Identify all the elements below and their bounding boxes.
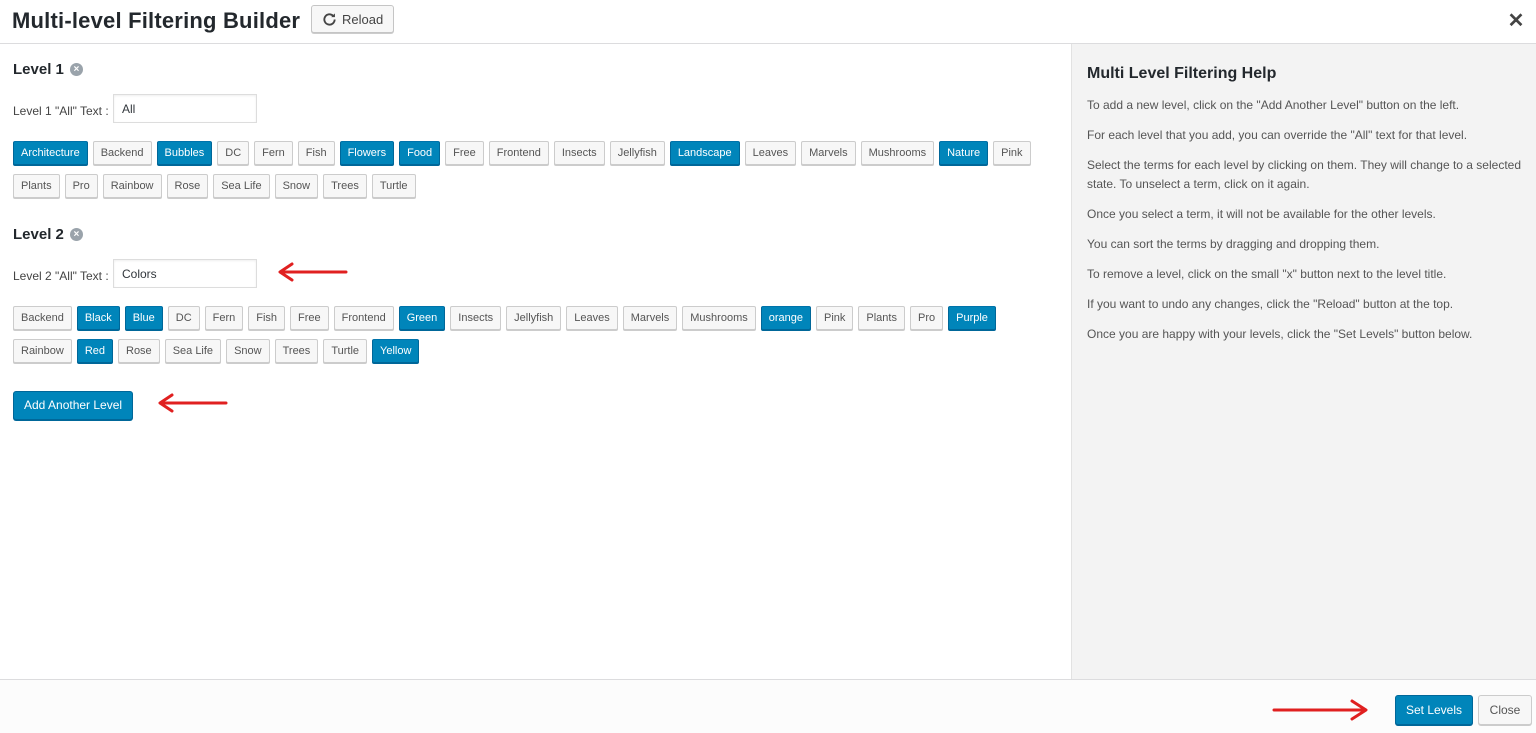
- help-text: To add a new level, click on the "Add An…: [1087, 96, 1532, 355]
- term-button[interactable]: Fish: [297, 141, 335, 165]
- modal-title: Multi-level Filtering Builder: [12, 8, 301, 33]
- term-button[interactable]: Architecture: [13, 141, 88, 165]
- term-button[interactable]: Free: [445, 141, 484, 165]
- term-button[interactable]: Backend: [13, 306, 72, 330]
- term-button[interactable]: Snow: [274, 174, 319, 198]
- term-button[interactable]: Insects: [450, 306, 502, 330]
- level-2-all-text-input[interactable]: [113, 259, 257, 288]
- remove-level-2-icon[interactable]: ×: [69, 228, 83, 241]
- help-paragraph: If you want to undo any changes, click t…: [1087, 297, 1454, 311]
- term-button[interactable]: Sea Life: [164, 339, 222, 363]
- annotation-arrow-icon: [158, 393, 228, 413]
- close-button[interactable]: Close: [1478, 695, 1532, 725]
- term-button[interactable]: Leaves: [566, 306, 618, 330]
- term-button[interactable]: Plants: [858, 306, 905, 330]
- annotation-arrow-icon: [278, 262, 348, 282]
- term-button[interactable]: Jellyfish: [609, 141, 665, 165]
- term-button[interactable]: Green: [398, 306, 446, 330]
- level-1-terms: Architecture Backend Bubbles DC Fern Fish Flow…: [13, 141, 1053, 198]
- term-button[interactable]: Bubbles: [156, 141, 213, 165]
- term-button[interactable]: Rose: [118, 339, 160, 363]
- help-paragraph: Once you are happy with your levels, cli…: [1087, 327, 1473, 341]
- add-another-level-button[interactable]: Add Another Level: [13, 391, 134, 420]
- term-button[interactable]: Marvels: [801, 141, 856, 165]
- level-2-all-label: Level 2 "All" Text :: [13, 269, 109, 283]
- help-paragraph: Once you select a term, it will not be a…: [1087, 207, 1436, 221]
- help-paragraph: To remove a level, click on the small "x…: [1087, 267, 1447, 281]
- modal-header: Multi-level Filtering Builder Reload ✕: [0, 0, 1536, 44]
- term-button[interactable]: Mushrooms: [860, 141, 935, 165]
- level-1-title-text: Level 1: [13, 61, 64, 78]
- term-button[interactable]: Trees: [323, 174, 367, 198]
- level-2-terms: Backend Black Blue DC Fern Fish Free Frontend Gr…: [13, 306, 1053, 363]
- term-button[interactable]: Pink: [993, 141, 1031, 165]
- term-button[interactable]: Purple: [948, 306, 996, 330]
- term-button[interactable]: Snow: [226, 339, 270, 363]
- close-icon[interactable]: ✕: [1504, 9, 1528, 33]
- term-button[interactable]: DC: [217, 141, 250, 165]
- term-button[interactable]: Frontend: [488, 141, 549, 165]
- reload-button-label: Reload: [342, 11, 384, 27]
- term-button[interactable]: Plants: [13, 174, 60, 198]
- help-title: Multi Level Filtering Help: [1087, 65, 1277, 82]
- term-button[interactable]: Fern: [204, 306, 244, 330]
- term-button[interactable]: DC: [167, 306, 200, 330]
- help-paragraph: You can sort the terms by dragging and d…: [1087, 237, 1380, 251]
- level-2-title-text: Level 2: [13, 226, 64, 243]
- term-button[interactable]: Yellow: [372, 339, 420, 363]
- level-1-all-text-input[interactable]: [113, 94, 257, 123]
- set-levels-button[interactable]: Set Levels: [1395, 695, 1473, 725]
- term-button[interactable]: Insects: [553, 141, 605, 165]
- term-button[interactable]: Fish: [248, 306, 286, 330]
- term-button[interactable]: Free: [290, 306, 329, 330]
- term-button[interactable]: Pro: [909, 306, 944, 330]
- term-button[interactable]: Red: [76, 339, 113, 363]
- reload-icon: [323, 12, 336, 26]
- help-paragraph: To add a new level, click on the "Add An…: [1087, 98, 1460, 112]
- term-button[interactable]: Trees: [274, 339, 319, 363]
- term-button[interactable]: Marvels: [622, 306, 678, 330]
- term-button[interactable]: Rainbow: [13, 339, 72, 363]
- term-button[interactable]: Pro: [64, 174, 98, 198]
- term-button[interactable]: Flowers: [339, 141, 395, 165]
- level-2-title: Level 2 ×: [13, 226, 83, 243]
- term-button[interactable]: Blue: [124, 306, 163, 330]
- help-paragraph: For each level that you add, you can ove…: [1087, 128, 1468, 142]
- annotation-arrow-icon: [1272, 699, 1368, 721]
- remove-level-1-icon[interactable]: ×: [69, 63, 83, 76]
- term-button[interactable]: Food: [399, 141, 441, 165]
- term-button[interactable]: Rainbow: [102, 174, 162, 198]
- level-1-title: Level 1 ×: [13, 61, 83, 78]
- term-button[interactable]: Mushrooms: [682, 306, 756, 330]
- term-button[interactable]: Leaves: [744, 141, 797, 165]
- level-1-all-label: Level 1 "All" Text :: [13, 104, 109, 118]
- term-button[interactable]: Turtle: [371, 174, 416, 198]
- term-button[interactable]: Pink: [816, 306, 854, 330]
- term-button[interactable]: Jellyfish: [506, 306, 562, 330]
- term-button[interactable]: Rose: [166, 174, 209, 198]
- term-button[interactable]: Landscape: [669, 141, 740, 165]
- term-button[interactable]: Nature: [939, 141, 989, 165]
- term-button[interactable]: Sea Life: [213, 174, 270, 198]
- term-button[interactable]: Frontend: [333, 306, 394, 330]
- reload-button[interactable]: Reload: [311, 5, 395, 33]
- term-button[interactable]: Black: [76, 306, 120, 330]
- term-button[interactable]: Turtle: [323, 339, 368, 363]
- term-button[interactable]: orange: [760, 306, 811, 330]
- term-button[interactable]: Backend: [92, 141, 152, 165]
- help-paragraph: Select the terms for each level by click…: [1087, 158, 1521, 191]
- term-button[interactable]: Fern: [254, 141, 293, 165]
